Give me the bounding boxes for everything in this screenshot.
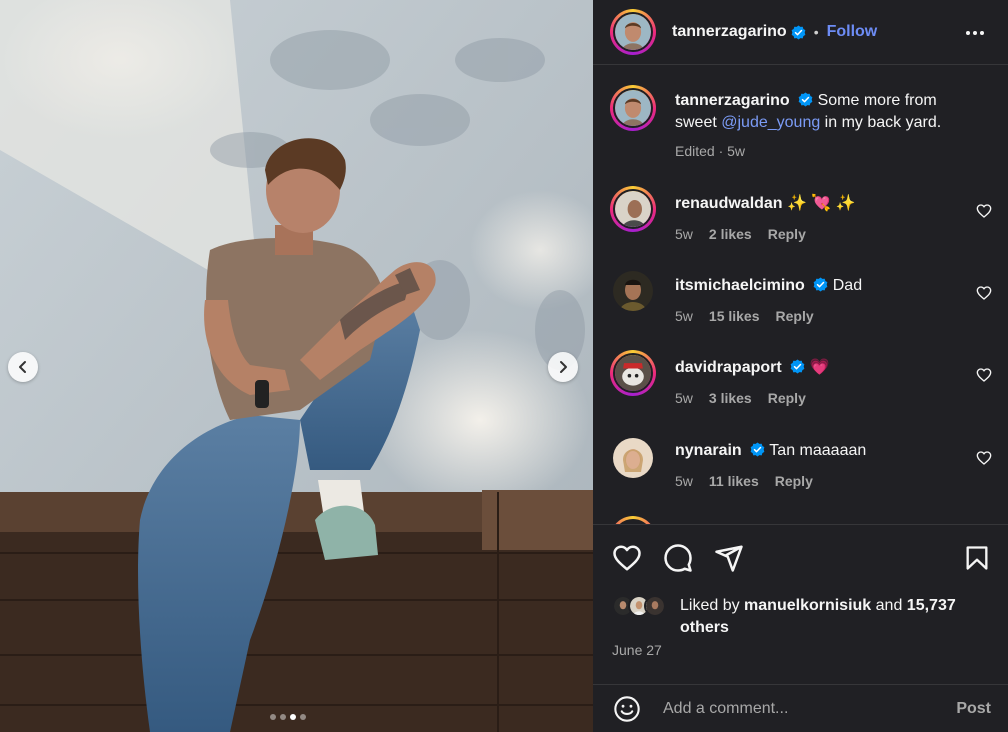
post-actions: Liked by manuelkornisiuk and 15,737 othe… [593, 524, 1008, 704]
chevron-right-icon [560, 361, 567, 373]
comment-username[interactable]: davidrapaport [675, 359, 782, 376]
post-date[interactable]: June 27 [612, 642, 662, 658]
liked-by-user[interactable]: manuelkornisiuk [744, 597, 871, 614]
comment-avatar[interactable] [613, 438, 653, 478]
post-comment-button[interactable]: Post [956, 700, 991, 718]
heart-icon[interactable] [612, 543, 642, 573]
caption-body-end: in my back yard. [820, 114, 942, 131]
caption-avatar[interactable] [610, 85, 656, 131]
comment-input[interactable] [663, 697, 933, 721]
verified-icon [750, 442, 765, 457]
verified-icon [813, 277, 828, 292]
comment-composer: Post [593, 684, 1008, 732]
comment-age: 5w [675, 473, 693, 489]
reply-button[interactable]: Reply [768, 226, 806, 242]
reply-button[interactable]: Reply [775, 473, 813, 489]
likes-prefix: Liked by [680, 597, 745, 614]
caption-text: tannerzagarino Some more from sweet @jud… [675, 90, 975, 134]
comment-meta: 5w 2 likes Reply [675, 226, 806, 242]
comment-meta: 5w 11 likes Reply [675, 473, 813, 489]
avatar-image [613, 271, 653, 311]
avatar-image [615, 355, 651, 391]
comment-like-icon[interactable] [976, 450, 992, 466]
comment-text: davidrapaport 💗 [675, 357, 975, 379]
post-header: tannerzagarino • Follow [593, 0, 1008, 65]
header-separator: • [813, 24, 819, 40]
comment-body: Dad [832, 277, 863, 294]
post-image [0, 0, 593, 732]
comment-username[interactable]: renaudwaldan [675, 195, 783, 212]
avatar-image [613, 438, 653, 478]
verified-icon [790, 359, 805, 374]
comment-like-icon[interactable] [976, 285, 992, 301]
author-username[interactable]: tannerzagarino [672, 23, 787, 41]
post-photo[interactable] [0, 0, 593, 732]
comment-username[interactable]: itsmichaelcimino [675, 277, 805, 294]
comment-meta: 5w 15 likes Reply [675, 308, 814, 324]
more-icon[interactable] [964, 22, 986, 44]
verified-icon [791, 24, 806, 40]
comment-like-icon[interactable] [976, 367, 992, 383]
caption-meta: Edited · 5w [675, 143, 746, 159]
comment-icon[interactable] [663, 543, 693, 573]
author-avatar[interactable] [610, 9, 656, 55]
comment-text: renaudwaldan ✨ 💘 ✨ [675, 193, 975, 215]
comment-avatar[interactable] [610, 350, 656, 396]
carousel-dot [300, 714, 306, 720]
comments-list[interactable]: tannerzagarino Some more from sweet @jud… [593, 66, 1008, 524]
previous-slide-button[interactable] [8, 352, 38, 382]
emoji-icon[interactable] [613, 695, 641, 723]
comment-likes[interactable]: 2 likes [709, 226, 752, 242]
post-sidebar: tannerzagarino • Follow tannerzagarino S… [593, 0, 1008, 732]
likes-middle: and [871, 597, 907, 614]
comment-text: nynarain Tan maaaaan [675, 440, 975, 462]
comment-avatar[interactable] [610, 516, 656, 524]
caption-username[interactable]: tannerzagarino [675, 92, 790, 109]
reply-button[interactable]: Reply [776, 308, 814, 324]
comment-like-icon[interactable] [976, 203, 992, 219]
reply-button[interactable]: Reply [768, 390, 806, 406]
comment-likes[interactable]: 15 likes [709, 308, 760, 324]
follow-button[interactable]: Follow [827, 23, 878, 41]
comment-age: 5w [675, 308, 693, 324]
comment-body: Tan maaaaan [769, 442, 867, 459]
comment-body: 💗 [809, 359, 830, 376]
mention-link[interactable]: @jude_young [721, 114, 820, 131]
likes-summary: Liked by manuelkornisiuk and 15,737 othe… [680, 595, 990, 639]
liker-avatars[interactable] [612, 595, 682, 619]
comment-likes[interactable]: 11 likes [709, 473, 759, 489]
carousel-dot [280, 714, 286, 720]
carousel-dot [270, 714, 276, 720]
next-slide-button[interactable] [548, 352, 578, 382]
liker-avatar [644, 595, 666, 617]
avatar-image [615, 14, 651, 50]
comment-meta: 5w 3 likes Reply [675, 390, 806, 406]
carousel-dot-active [290, 714, 296, 720]
avatar-image [615, 191, 651, 227]
comment-username[interactable]: nynarain [675, 442, 742, 459]
carousel-dots [270, 714, 306, 720]
comment-age: 5w [675, 390, 693, 406]
share-icon[interactable] [714, 543, 744, 573]
comment-body: ✨ 💘 ✨ [787, 195, 856, 212]
avatar-image [615, 90, 651, 126]
bookmark-icon[interactable] [963, 543, 991, 573]
comment-age: 5w [675, 226, 693, 242]
chevron-left-icon [19, 361, 26, 373]
comment-avatar[interactable] [610, 186, 656, 232]
comment-likes[interactable]: 3 likes [709, 390, 752, 406]
comment-avatar[interactable] [613, 271, 653, 311]
verified-icon [798, 92, 813, 107]
comment-text: itsmichaelcimino Dad [675, 275, 975, 297]
